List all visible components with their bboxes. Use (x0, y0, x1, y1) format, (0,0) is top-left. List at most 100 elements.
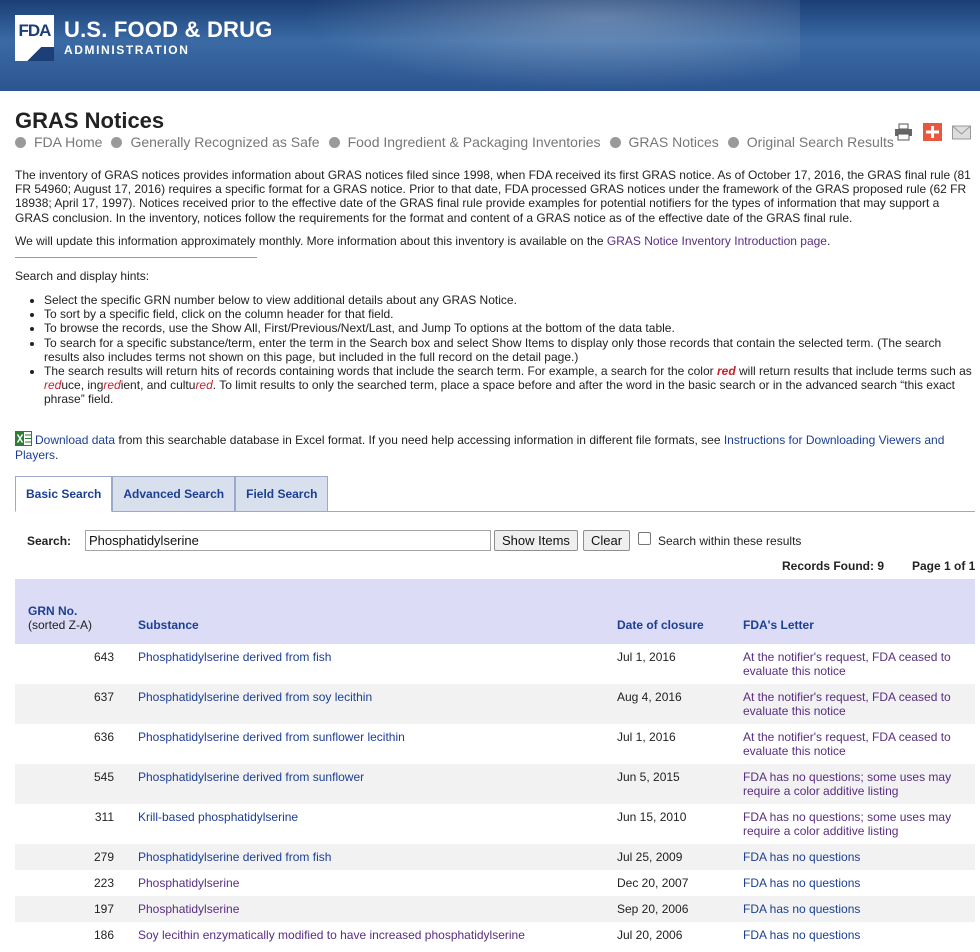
closure-date: Jul 1, 2016 (617, 650, 676, 664)
tab-basic-search[interactable]: Basic Search (15, 476, 113, 512)
hint-highlight: red (44, 378, 62, 393)
grn-number: 223 (93, 876, 114, 890)
letter-cell: At the notifier's request, FDA ceased to… (743, 730, 968, 758)
letter-cell: FDA has no questions (743, 928, 968, 942)
bullet-icon (609, 136, 621, 148)
table-row: 279 Phosphatidylserine derived from fish J… (15, 844, 975, 870)
substance-link[interactable]: Phosphatidylserine derived from sunflowe… (138, 770, 364, 784)
substance-link[interactable]: Phosphatidylserine derived from soy leci… (138, 690, 372, 704)
closure-date: Jun 15, 2010 (617, 810, 687, 824)
table-row: 636 Phosphatidylserine derived from sunfl… (15, 724, 975, 764)
closure-date: Jun 5, 2015 (617, 770, 680, 784)
tab-field-search[interactable]: Field Search (235, 476, 329, 512)
search-tabs: Basic Search Advanced Search Field Searc… (15, 476, 329, 512)
hint-highlight: red (716, 364, 736, 379)
list-item: To browse the records, use the Show All,… (44, 321, 975, 335)
substance-cell: Krill-based phosphatidylserine (138, 810, 588, 824)
grn-number: 186 (93, 928, 114, 942)
breadcrumb-item-gras-notices[interactable]: GRAS Notices (609, 134, 719, 150)
grn-number: 637 (93, 690, 114, 704)
hint-text: The search results will return hits of r… (44, 364, 717, 379)
fda-logo-text: FDA (18, 21, 52, 40)
column-header-date[interactable]: Date of closure (617, 618, 704, 632)
site-header: FDA U.S. FOOD & DRUG ADMINISTRATION (0, 0, 980, 91)
excel-icon[interactable] (15, 431, 32, 446)
column-header-grn[interactable]: GRN No. (28, 604, 77, 618)
fda-letter-link[interactable]: At the notifier's request, FDA ceased to… (743, 730, 951, 758)
print-icon[interactable] (894, 123, 913, 141)
bullet-icon (727, 136, 739, 148)
fda-letter-link[interactable]: FDA has no questions (743, 876, 860, 890)
fda-letter-link[interactable]: FDA has no questions (743, 928, 860, 942)
hint-text: will return results that include terms s… (735, 364, 972, 379)
list-item: To sort by a specific field, click on th… (44, 307, 975, 321)
substance-cell: Phosphatidylserine (138, 902, 588, 916)
hints-list: Select the specific GRN number below to … (30, 293, 975, 407)
hint-highlight: red (195, 378, 213, 393)
substance-link[interactable]: Krill-based phosphatidylserine (138, 810, 298, 824)
fda-letter-link[interactable]: FDA has no questions (743, 902, 860, 916)
fda-letter-link[interactable]: At the notifier's request, FDA ceased to… (743, 650, 951, 678)
table-row: 311 Krill-based phosphatidylserine Jun 15,… (15, 804, 975, 844)
bullet-icon (111, 136, 123, 148)
closure-date: Jul 20, 2006 (617, 928, 683, 942)
letter-cell: FDA has no questions; some uses may requ… (743, 770, 968, 798)
column-sort-note: (sorted Z-A) (28, 618, 93, 632)
substance-link[interactable]: Phosphatidylserine (138, 902, 239, 916)
substance-cell: Phosphatidylserine derived from sunflowe… (138, 730, 588, 744)
email-icon[interactable] (952, 123, 971, 141)
substance-link[interactable]: Phosphatidylserine (138, 876, 239, 890)
breadcrumb-item-gras[interactable]: Generally Recognized as Safe (111, 134, 320, 150)
letter-cell: FDA has no questions (743, 850, 968, 864)
search-input[interactable] (85, 530, 491, 551)
fda-letter-link[interactable]: FDA has no questions; some uses may requ… (743, 810, 951, 838)
tab-advanced-search[interactable]: Advanced Search (112, 476, 236, 512)
page-info: Page 1 of 1 (912, 559, 976, 573)
substance-link[interactable]: Phosphatidylserine derived from fish (138, 850, 331, 864)
hint-text: uce, ing (61, 378, 104, 393)
grn-number: 197 (93, 902, 114, 916)
column-header-substance[interactable]: Substance (138, 618, 199, 632)
breadcrumb-item-fda-home[interactable]: FDA Home (15, 134, 102, 150)
search-within-checkbox[interactable] (638, 532, 651, 545)
breadcrumb-link[interactable]: GRAS Notices (629, 134, 719, 150)
breadcrumb: FDA Home Generally Recognized as Safe Fo… (15, 134, 903, 150)
fda-logo[interactable]: FDA (15, 15, 54, 61)
letter-cell: FDA has no questions (743, 876, 968, 890)
table-row: 637 Phosphatidylserine derived from soy l… (15, 684, 975, 724)
search-within-label: Search within these results (658, 534, 802, 548)
substance-cell: Phosphatidylserine derived from sunflowe… (138, 770, 588, 784)
clear-button[interactable]: Clear (583, 530, 631, 551)
table-row: 186 Soy lecithin enzymatically modified t… (15, 922, 975, 948)
grn-number: 279 (93, 850, 114, 864)
substance-link[interactable]: Phosphatidylserine derived from fish (138, 650, 331, 664)
breadcrumb-link[interactable]: FDA Home (34, 134, 102, 150)
fda-letter-link[interactable]: FDA has no questions (743, 850, 860, 864)
page-title: GRAS Notices (15, 108, 165, 133)
substance-link[interactable]: Soy lecithin enzymatically modified to h… (138, 928, 525, 942)
grn-number: 311 (94, 810, 114, 824)
download-end: . (55, 447, 59, 462)
substance-link[interactable]: Phosphatidylserine derived from sunflowe… (138, 730, 405, 744)
download-paragraph: Download data from this searchable datab… (15, 431, 965, 462)
column-header-letter[interactable]: FDA's Letter (743, 618, 814, 632)
grn-number: 636 (93, 730, 114, 744)
inventory-intro-link[interactable]: GRAS Notice Inventory Introduction page (607, 234, 827, 248)
share-icon[interactable] (923, 123, 942, 141)
breadcrumb-link[interactable]: Generally Recognized as Safe (130, 134, 319, 150)
list-item: Select the specific GRN number below to … (44, 293, 975, 307)
fda-letter-link[interactable]: At the notifier's request, FDA ceased to… (743, 690, 951, 718)
substance-cell: Phosphatidylserine derived from fish (138, 850, 588, 864)
fda-letter-link[interactable]: FDA has no questions; some uses may requ… (743, 770, 951, 798)
breadcrumb-item-inventories[interactable]: Food Ingredient & Packaging Inventories (328, 134, 601, 150)
show-items-button[interactable]: Show Items (494, 530, 578, 551)
update-end: . (826, 234, 831, 248)
substance-cell: Soy lecithin enzymatically modified to h… (138, 928, 588, 942)
download-text: from this searchable database in Excel f… (115, 433, 724, 447)
list-item: To search for a specific substance/term,… (44, 336, 975, 364)
closure-date: Aug 4, 2016 (617, 690, 682, 704)
brand-title[interactable]: U.S. FOOD & DRUG (64, 17, 273, 43)
letter-cell: At the notifier's request, FDA ceased to… (743, 650, 968, 678)
download-data-link[interactable]: Download data (35, 433, 115, 447)
breadcrumb-link[interactable]: Food Ingredient & Packaging Inventories (348, 134, 601, 150)
